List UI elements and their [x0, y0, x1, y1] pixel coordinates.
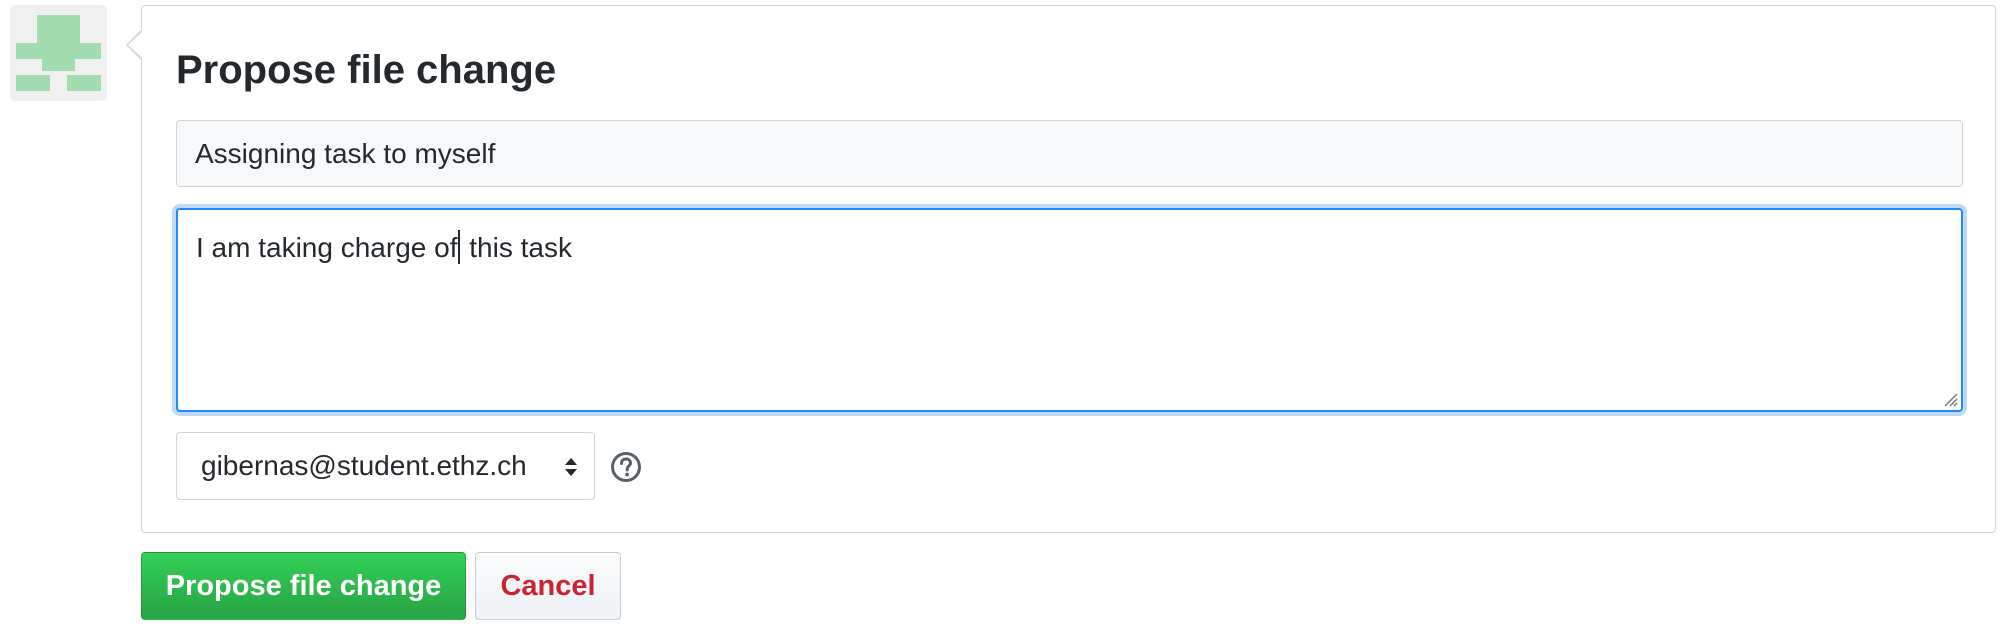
- description-text-before: I am taking charge of: [196, 232, 458, 263]
- user-avatar[interactable]: [10, 5, 107, 101]
- select-arrows-icon: [565, 458, 577, 476]
- email-select-value: gibernas@student.ethz.ch: [201, 450, 527, 481]
- propose-file-change-button[interactable]: Propose file change: [141, 552, 466, 620]
- form-title: Propose file change: [176, 48, 557, 92]
- resize-grip-icon[interactable]: [1942, 391, 1958, 407]
- commit-description-textarea[interactable]: I am taking charge of this task: [176, 208, 1963, 412]
- cancel-button[interactable]: Cancel: [475, 552, 621, 620]
- commit-summary-input[interactable]: [176, 120, 1963, 187]
- commit-email-select[interactable]: gibernas@student.ethz.ch: [176, 432, 595, 500]
- description-text-after: this task: [461, 232, 572, 263]
- question-circle-icon[interactable]: [610, 451, 642, 483]
- identicon-avatar-icon: [16, 15, 101, 91]
- speech-pointer-fill: [128, 32, 142, 58]
